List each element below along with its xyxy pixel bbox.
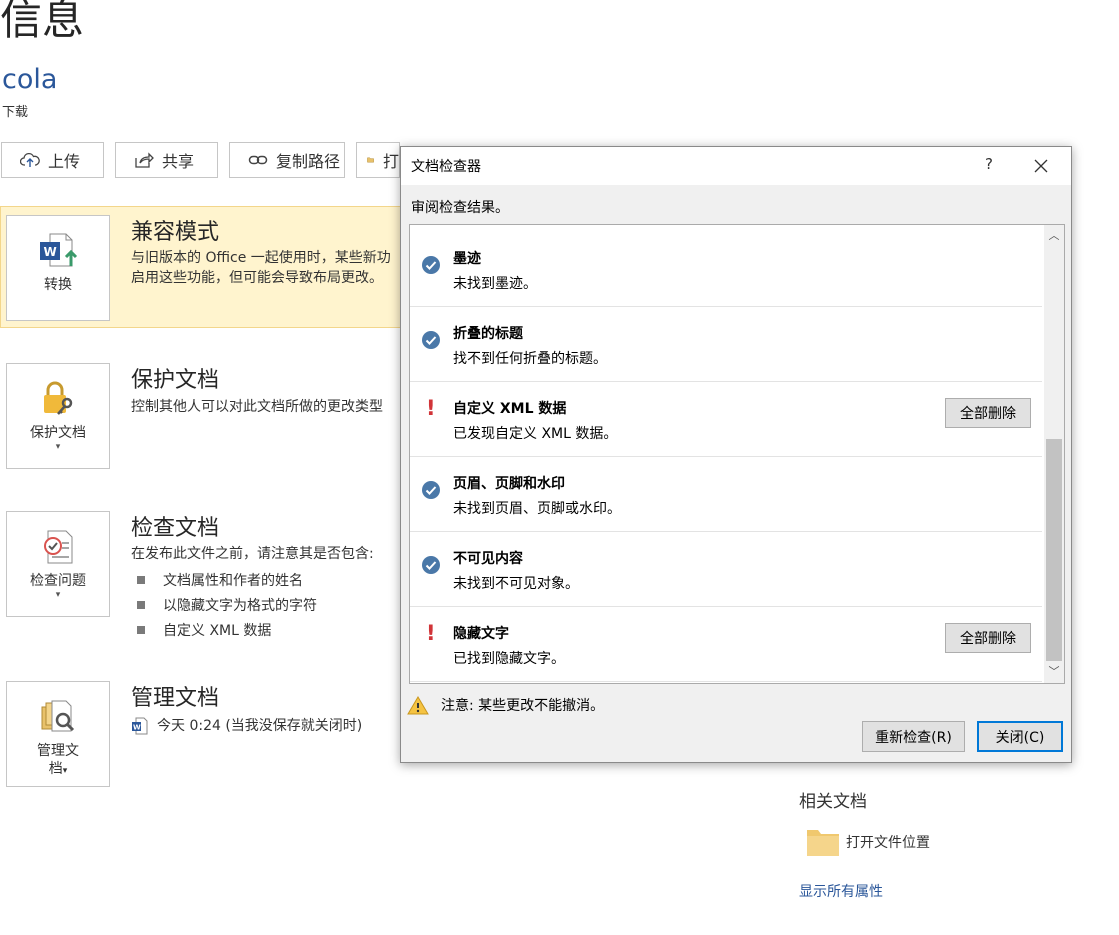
warning-exclamation-icon: ! [426,396,436,420]
result-title: 墨迹 [453,251,481,267]
manage-document-button[interactable]: 管理文 档▾ [6,681,110,787]
inspect-title: 检查文档 [131,516,220,541]
folder-icon [807,830,839,856]
convert-label: 转换 [44,277,72,293]
open-file-location-button[interactable]: 打 [356,142,400,178]
compatibility-desc-1: 与旧版本的 Office 一起使用时，某些新功 [131,250,391,266]
inspection-results-list[interactable]: 墨迹 未找到墨迹。 折叠的标题 找不到任何折叠的标题。 ! 自定义 XML 数据… [409,224,1065,684]
link-icon [248,155,268,165]
result-collapsed-headings: 折叠的标题 找不到任何折叠的标题。 [410,307,1042,382]
close-icon[interactable] [1031,156,1051,176]
svg-text:W: W [133,724,141,732]
reinspect-button[interactable]: 重新检查(R) [862,721,965,752]
result-desc: 已发现自定义 XML 数据。 [453,426,618,442]
folder-open-icon [367,157,374,163]
scroll-up-icon[interactable]: ︿ [1048,230,1060,242]
remove-all-button[interactable]: 全部删除 [945,398,1031,428]
copy-path-label: 复制路径 [276,152,341,171]
upload-label: 上传 [48,152,81,171]
warning-triangle-icon [407,695,429,714]
list-item: 以隐藏文字为格式的字符 [131,595,317,615]
check-circle-icon [422,331,440,349]
list-item: 文档属性和作者的姓名 [131,570,303,590]
dialog-subtitle: 审阅检查结果。 [411,200,509,216]
check-for-issues-button[interactable]: 检查问题 ▾ [6,511,110,617]
result-desc: 找不到任何折叠的标题。 [453,351,607,367]
autosaved-version[interactable]: W 今天 0:24 (当我没保存就关闭时) [131,716,362,736]
document-path[interactable]: 下载 [2,101,28,120]
manage-document-label-1: 管理文 [37,743,79,759]
remove-all-button[interactable]: 全部删除 [945,623,1031,653]
svg-text:W: W [44,245,57,259]
related-documents-title: 相关文档 [799,792,867,812]
protect-document-label: 保护文档 [30,425,86,441]
open-file-location-link[interactable]: 打开文件位置 [806,826,930,858]
help-button[interactable]: ? [985,155,993,173]
dropdown-arrow-icon: ▾ [55,590,61,600]
manage-title: 管理文档 [131,686,220,711]
dialog-titlebar[interactable]: 文档检查器 ? [401,147,1071,185]
warning-note: 注意: 某些更改不能撤消。 [407,695,604,715]
close-button[interactable]: 关闭(C) [977,721,1063,752]
result-invisible-content: 不可见内容 未找到不可见对象。 [410,532,1042,607]
show-all-properties-link[interactable]: 显示所有属性 [799,881,883,901]
result-title: 折叠的标题 [453,326,523,342]
word-doc-icon: W [132,717,148,735]
check-for-issues-label: 检查问题 [30,573,86,589]
result-desc: 未找到页眉、页脚或水印。 [453,501,621,517]
document-inspector-dialog: 文档检查器 ? 审阅检查结果。 墨迹 未找到墨迹。 折叠的标题 找不到任何折叠的… [400,146,1072,763]
dialog-title: 文档检查器 [411,159,481,175]
compatibility-desc-2: 启用这些功能，但可能会导致布局更改。 [131,270,383,286]
check-circle-icon [422,556,440,574]
manage-docs-icon [41,700,75,732]
result-desc: 已找到隐藏文字。 [453,651,565,667]
warning-exclamation-icon: ! [426,621,436,645]
dropdown-arrow-icon: ▾ [55,442,61,452]
inspect-desc: 在发布此文件之前，请注意其是否包含: [131,546,374,562]
lock-key-icon [44,381,73,415]
page-title: 信息 [0,0,85,44]
compatibility-title: 兼容模式 [131,220,220,245]
scroll-down-icon[interactable]: ﹀ [1048,666,1060,678]
result-ink: 墨迹 未找到墨迹。 [410,232,1042,307]
open-location-label: 打 [382,152,399,171]
share-button[interactable]: 共享 [115,142,218,178]
result-title: 隐藏文字 [453,626,509,642]
result-headers-footers: 页眉、页脚和水印 未找到页眉、页脚或水印。 [410,457,1042,532]
result-title: 不可见内容 [453,551,523,567]
share-icon [135,152,154,168]
results-scrollbar[interactable]: ︿ ﹀ [1044,225,1064,683]
protect-title: 保护文档 [131,368,220,393]
result-desc: 未找到不可见对象。 [453,576,579,592]
word-convert-icon: W [40,233,78,267]
check-circle-icon [422,481,440,499]
list-item: 自定义 XML 数据 [131,620,271,640]
upload-button[interactable]: 上传 [1,142,104,178]
share-label: 共享 [162,152,195,171]
manage-document-label-2: 档▾ [48,761,68,777]
copy-path-button[interactable]: 复制路径 [229,142,345,178]
check-circle-icon [422,256,440,274]
scrollbar-thumb[interactable] [1046,439,1062,661]
result-title: 自定义 XML 数据 [453,401,567,417]
result-hidden-text: ! 隐藏文字 已找到隐藏文字。 全部删除 [410,607,1042,682]
protect-document-button[interactable]: 保护文档 ▾ [6,363,110,469]
convert-button[interactable]: W 转换 [6,215,110,321]
checklist-icon [44,530,73,564]
cloud-upload-icon [20,152,40,167]
result-desc: 未找到墨迹。 [453,276,537,292]
result-title: 页眉、页脚和水印 [453,476,565,492]
result-custom-xml: ! 自定义 XML 数据 已发现自定义 XML 数据。 全部删除 [410,382,1042,457]
document-name: cola [2,64,58,95]
protect-desc: 控制其他人可以对此文档所做的更改类型 [131,399,383,415]
